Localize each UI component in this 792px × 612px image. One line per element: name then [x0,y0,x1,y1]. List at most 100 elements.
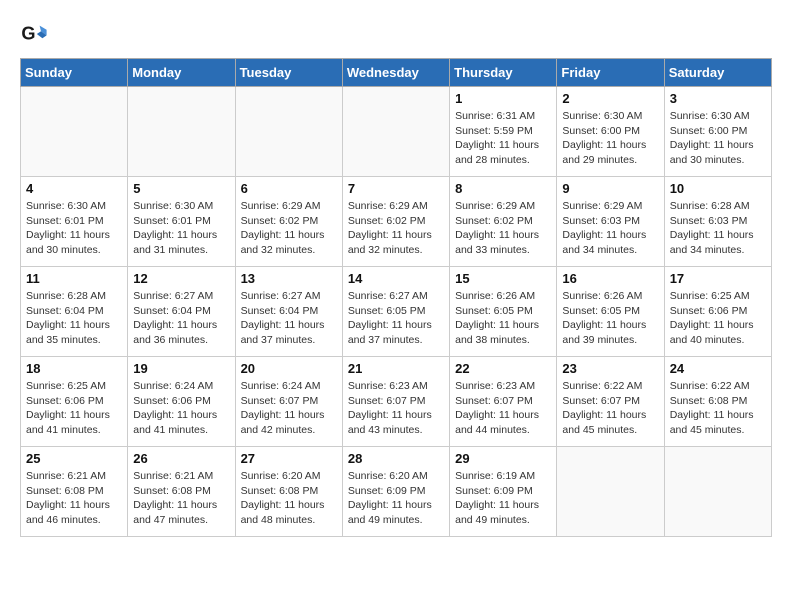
day-number: 13 [241,271,337,286]
day-number: 11 [26,271,122,286]
day-number: 26 [133,451,229,466]
day-info: Sunrise: 6:29 AM Sunset: 6:03 PM Dayligh… [562,199,658,258]
day-info: Sunrise: 6:28 AM Sunset: 6:03 PM Dayligh… [670,199,766,258]
calendar-cell: 21 Sunrise: 6:23 AM Sunset: 6:07 PM Dayli… [342,357,449,447]
weekday-header: Sunday [21,59,128,87]
day-number: 24 [670,361,766,376]
day-number: 15 [455,271,551,286]
calendar-cell: 8Sunrise: 6:29 AM Sunset: 6:02 PM Daylig… [450,177,557,267]
calendar-cell: 7 Sunrise: 6:29 AM Sunset: 6:02 PM Daylig… [342,177,449,267]
day-number: 29 [455,451,551,466]
day-info: Sunrise: 6:27 AM Sunset: 6:04 PM Dayligh… [133,289,229,348]
day-number: 14 [348,271,444,286]
day-info: Sunrise: 6:26 AM Sunset: 6:05 PM Dayligh… [562,289,658,348]
calendar-cell: 20Sunrise: 6:24 AM Sunset: 6:07 PM Dayli… [235,357,342,447]
weekday-header: Friday [557,59,664,87]
day-number: 10 [670,181,766,196]
day-number: 12 [133,271,229,286]
weekday-header: Thursday [450,59,557,87]
day-info: Sunrise: 6:30 AM Sunset: 6:00 PM Dayligh… [670,109,766,168]
calendar-cell: 19 Sunrise: 6:24 AM Sunset: 6:06 PM Dayli… [128,357,235,447]
weekday-header: Tuesday [235,59,342,87]
calendar-cell: 1Sunrise: 6:31 AM Sunset: 5:59 PM Daylig… [450,87,557,177]
calendar-cell: 12 Sunrise: 6:27 AM Sunset: 6:04 PM Dayli… [128,267,235,357]
day-number: 23 [562,361,658,376]
day-number: 21 [348,361,444,376]
day-number: 5 [133,181,229,196]
calendar-cell: 16 Sunrise: 6:26 AM Sunset: 6:05 PM Dayli… [557,267,664,357]
calendar-cell: 17 Sunrise: 6:25 AM Sunset: 6:06 PM Dayli… [664,267,771,357]
calendar-cell: 25 Sunrise: 6:21 AM Sunset: 6:08 PM Dayli… [21,447,128,537]
day-number: 16 [562,271,658,286]
day-number: 17 [670,271,766,286]
calendar-cell: 2Sunrise: 6:30 AM Sunset: 6:00 PM Daylig… [557,87,664,177]
day-info: Sunrise: 6:29 AM Sunset: 6:02 PM Dayligh… [241,199,337,258]
weekday-header-row: SundayMondayTuesdayWednesdayThursdayFrid… [21,59,772,87]
calendar-cell: 6 Sunrise: 6:29 AM Sunset: 6:02 PM Daylig… [235,177,342,267]
day-info: Sunrise: 6:22 AM Sunset: 6:08 PM Dayligh… [670,379,766,438]
calendar-cell [21,87,128,177]
calendar-week-row: 4 Sunrise: 6:30 AM Sunset: 6:01 PM Daylig… [21,177,772,267]
logo: G [20,20,52,48]
calendar-cell [128,87,235,177]
calendar-cell: 11 Sunrise: 6:28 AM Sunset: 6:04 PM Dayli… [21,267,128,357]
day-info: Sunrise: 6:22 AM Sunset: 6:07 PM Dayligh… [562,379,658,438]
day-info: Sunrise: 6:21 AM Sunset: 6:08 PM Dayligh… [133,469,229,528]
day-number: 28 [348,451,444,466]
calendar-week-row: 11 Sunrise: 6:28 AM Sunset: 6:04 PM Dayli… [21,267,772,357]
day-info: Sunrise: 6:27 AM Sunset: 6:04 PM Dayligh… [241,289,337,348]
day-number: 1 [455,91,551,106]
day-info: Sunrise: 6:29 AM Sunset: 6:02 PM Dayligh… [348,199,444,258]
logo-icon: G [20,20,48,48]
calendar-cell: 29 Sunrise: 6:19 AM Sunset: 6:09 PM Dayli… [450,447,557,537]
day-info: Sunrise: 6:26 AM Sunset: 6:05 PM Dayligh… [455,289,551,348]
day-number: 7 [348,181,444,196]
day-info: Sunrise: 6:25 AM Sunset: 6:06 PM Dayligh… [26,379,122,438]
day-number: 19 [133,361,229,376]
weekday-header: Wednesday [342,59,449,87]
calendar-cell: 23 Sunrise: 6:22 AM Sunset: 6:07 PM Dayli… [557,357,664,447]
day-info: Sunrise: 6:20 AM Sunset: 6:09 PM Dayligh… [348,469,444,528]
calendar-cell: 13 Sunrise: 6:27 AM Sunset: 6:04 PM Dayli… [235,267,342,357]
weekday-header: Monday [128,59,235,87]
day-info: Sunrise: 6:28 AM Sunset: 6:04 PM Dayligh… [26,289,122,348]
day-info: Sunrise: 6:19 AM Sunset: 6:09 PM Dayligh… [455,469,551,528]
calendar-cell: 5Sunrise: 6:30 AM Sunset: 6:01 PM Daylig… [128,177,235,267]
day-info: Sunrise: 6:21 AM Sunset: 6:08 PM Dayligh… [26,469,122,528]
calendar-cell: 4 Sunrise: 6:30 AM Sunset: 6:01 PM Daylig… [21,177,128,267]
calendar-cell: 26 Sunrise: 6:21 AM Sunset: 6:08 PM Dayli… [128,447,235,537]
calendar-cell [557,447,664,537]
calendar-cell: 22Sunrise: 6:23 AM Sunset: 6:07 PM Dayli… [450,357,557,447]
calendar-cell [235,87,342,177]
calendar-week-row: 18Sunrise: 6:25 AM Sunset: 6:06 PM Dayli… [21,357,772,447]
calendar-cell [664,447,771,537]
calendar-cell: 10 Sunrise: 6:28 AM Sunset: 6:03 PM Dayli… [664,177,771,267]
day-number: 6 [241,181,337,196]
day-info: Sunrise: 6:25 AM Sunset: 6:06 PM Dayligh… [670,289,766,348]
calendar-cell [342,87,449,177]
day-info: Sunrise: 6:23 AM Sunset: 6:07 PM Dayligh… [455,379,551,438]
calendar-cell: 27 Sunrise: 6:20 AM Sunset: 6:08 PM Dayli… [235,447,342,537]
day-number: 4 [26,181,122,196]
calendar-cell: 28 Sunrise: 6:20 AM Sunset: 6:09 PM Dayli… [342,447,449,537]
calendar-cell: 24 Sunrise: 6:22 AM Sunset: 6:08 PM Dayli… [664,357,771,447]
day-info: Sunrise: 6:27 AM Sunset: 6:05 PM Dayligh… [348,289,444,348]
day-info: Sunrise: 6:30 AM Sunset: 6:01 PM Dayligh… [26,199,122,258]
day-number: 3 [670,91,766,106]
day-number: 27 [241,451,337,466]
day-number: 20 [241,361,337,376]
calendar-cell: 14 Sunrise: 6:27 AM Sunset: 6:05 PM Dayli… [342,267,449,357]
calendar-cell: 15 Sunrise: 6:26 AM Sunset: 6:05 PM Dayli… [450,267,557,357]
day-number: 25 [26,451,122,466]
svg-text:G: G [21,24,35,44]
day-info: Sunrise: 6:23 AM Sunset: 6:07 PM Dayligh… [348,379,444,438]
weekday-header: Saturday [664,59,771,87]
day-info: Sunrise: 6:20 AM Sunset: 6:08 PM Dayligh… [241,469,337,528]
calendar-cell: 9Sunrise: 6:29 AM Sunset: 6:03 PM Daylig… [557,177,664,267]
day-number: 2 [562,91,658,106]
calendar-table: SundayMondayTuesdayWednesdayThursdayFrid… [20,58,772,537]
day-info: Sunrise: 6:24 AM Sunset: 6:06 PM Dayligh… [133,379,229,438]
calendar-week-row: 1Sunrise: 6:31 AM Sunset: 5:59 PM Daylig… [21,87,772,177]
page-header: G [20,20,772,48]
calendar-cell: 3 Sunrise: 6:30 AM Sunset: 6:00 PM Daylig… [664,87,771,177]
